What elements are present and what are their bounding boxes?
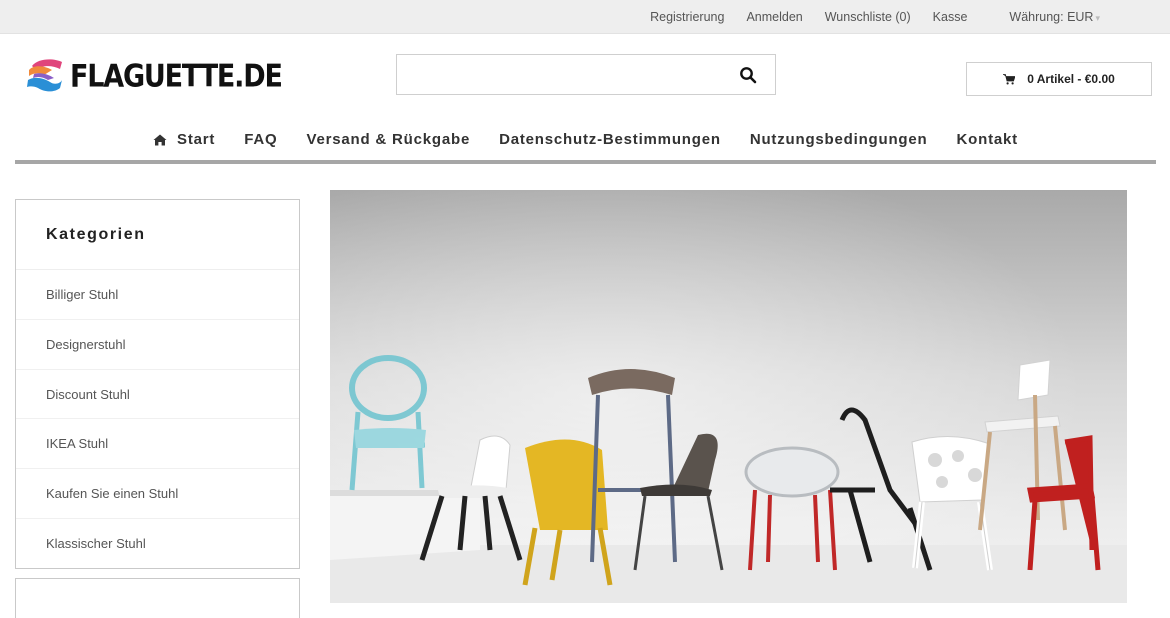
nav-item-contact[interactable]: Kontakt	[957, 131, 1018, 148]
site-logo[interactable]: FLAGUETTE.DE	[24, 56, 283, 96]
category-item[interactable]: Discount Stuhl	[16, 370, 299, 420]
main-nav: Start FAQ Versand & Rückgabe Datenschutz…	[15, 120, 1156, 164]
second-sidebar-panel	[15, 578, 300, 618]
logo-mark-icon	[27, 59, 62, 92]
chairs-banner-image	[330, 190, 1127, 603]
home-icon	[153, 134, 167, 145]
register-link[interactable]: Registrierung	[650, 10, 724, 24]
search-icon[interactable]	[739, 66, 757, 84]
nav-home-label: Start	[177, 131, 216, 148]
categories-panel: Kategorien Billiger Stuhl Designerstuhl …	[15, 199, 300, 569]
cart-summary: 0 Artikel - €0.00	[1027, 72, 1115, 86]
nav-item-terms[interactable]: Nutzungsbedingungen	[750, 131, 928, 148]
top-bar: Registrierung Anmelden Wunschliste (0) K…	[0, 0, 1170, 34]
search-input[interactable]	[397, 55, 717, 94]
category-item[interactable]: Kaufen Sie einen Stuhl	[16, 469, 299, 519]
shopping-cart-icon	[1003, 73, 1016, 84]
category-item[interactable]: IKEA Stuhl	[16, 419, 299, 470]
logo-text: FLAGUETTE.DE	[70, 58, 283, 94]
nav-item-privacy[interactable]: Datenschutz-Bestimmungen	[499, 131, 721, 148]
nav-item-home[interactable]: Start	[153, 131, 215, 148]
nav-item-shipping-returns[interactable]: Versand & Rückgabe	[306, 131, 470, 148]
login-link[interactable]: Anmelden	[746, 10, 802, 24]
top-links: Registrierung Anmelden Wunschliste (0) K…	[628, 0, 1100, 34]
nav-item-faq[interactable]: FAQ	[244, 131, 277, 148]
currency-label: Währung: EUR	[1009, 10, 1094, 24]
search-box	[396, 54, 776, 95]
category-list: Billiger Stuhl Designerstuhl Discount St…	[16, 270, 299, 569]
category-item[interactable]: Billiger Stuhl	[16, 270, 299, 320]
chevron-down-icon: ▾	[1095, 13, 1100, 23]
checkout-link[interactable]: Kasse	[933, 10, 968, 24]
category-item[interactable]: Klassischer Stuhl	[16, 519, 299, 569]
currency-dropdown[interactable]: Währung: EUR ▾	[987, 10, 1100, 24]
cart-button[interactable]: 0 Artikel - €0.00	[966, 62, 1152, 96]
category-item[interactable]: Designerstuhl	[16, 320, 299, 370]
wishlist-link[interactable]: Wunschliste (0)	[825, 10, 911, 24]
hero-banner[interactable]	[330, 190, 1127, 603]
categories-title: Kategorien	[16, 200, 299, 270]
